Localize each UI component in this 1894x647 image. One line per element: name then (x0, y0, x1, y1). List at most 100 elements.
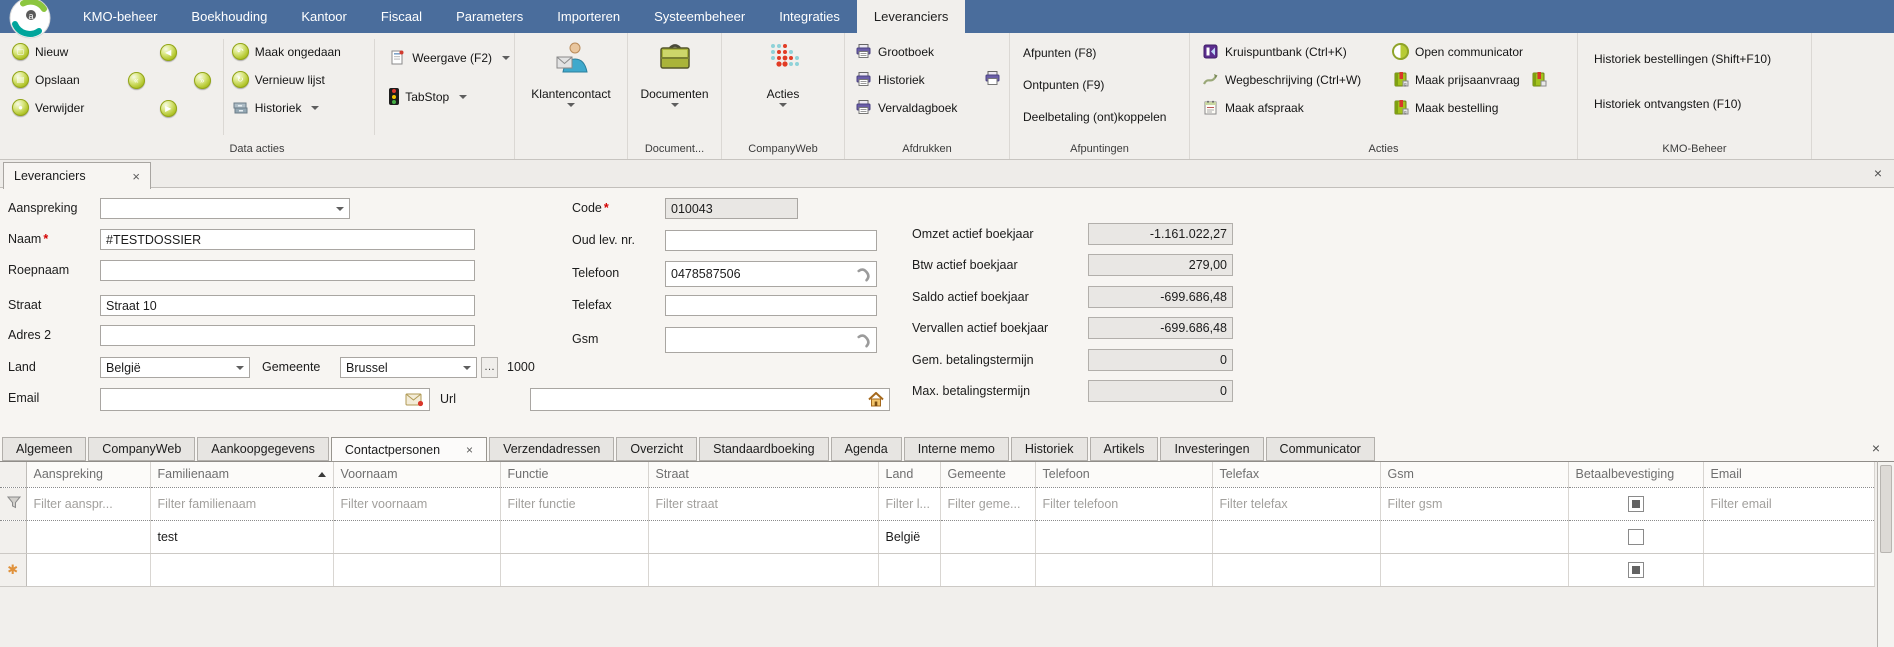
filter-telefax[interactable]: Filter telefax (1212, 487, 1380, 520)
checkbox-unchecked[interactable] (1628, 529, 1644, 545)
naam-field[interactable]: #TESTDOSSIER (100, 229, 475, 250)
land-combobox[interactable]: België (100, 357, 250, 378)
kruispuntbank-button[interactable]: Kruispuntbank (Ctrl+K) (1198, 41, 1386, 62)
filter-betaalbevestiging[interactable] (1568, 487, 1703, 520)
cell-telefoon[interactable] (1035, 520, 1212, 553)
tab-agenda[interactable]: Agenda (831, 437, 902, 461)
menu-item-leveranciers-active[interactable]: Leveranciers (857, 0, 965, 33)
verwijder-button[interactable]: ● Verwijder (8, 97, 118, 118)
cell-gsm[interactable] (1380, 520, 1568, 553)
afpunten-button[interactable]: Afpunten (F8) (1019, 43, 1189, 63)
tab-contactpersonen[interactable]: Contactpersonen × (331, 437, 487, 462)
tab-standaardboeking[interactable]: Standaardboeking (699, 437, 828, 461)
cell-telefax[interactable] (1212, 553, 1380, 586)
col-header-gemeente[interactable]: Gemeente (940, 462, 1035, 487)
gemeente-lookup-button[interactable]: … (481, 357, 498, 378)
historiek-print-extra-button[interactable] (984, 70, 1001, 92)
vervaldagboek-print-button[interactable]: Vervaldagboek (851, 97, 1009, 118)
col-header-telefoon[interactable]: Telefoon (1035, 462, 1212, 487)
nav-previous-icon[interactable]: ◀ (160, 44, 177, 61)
tabstop-dropdown-button[interactable]: TabStop (385, 86, 514, 107)
nav-first-icon[interactable]: « (128, 72, 145, 89)
filter-functie[interactable]: Filter functie (500, 487, 648, 520)
col-header-betaalbevestiging[interactable]: Betaalbevestiging (1568, 462, 1703, 487)
col-header-gsm[interactable]: Gsm (1380, 462, 1568, 487)
scrollbar-thumb[interactable] (1880, 465, 1892, 553)
cell-land[interactable] (878, 553, 940, 586)
filter-land[interactable]: Filter l... (878, 487, 940, 520)
checkbox-indeterminate[interactable] (1628, 496, 1644, 512)
roepnaam-field[interactable] (100, 260, 475, 281)
checkbox-indeterminate[interactable] (1628, 562, 1644, 578)
tab-overzicht[interactable]: Overzicht (616, 437, 697, 461)
telefoon-field[interactable]: 0478587506 (665, 261, 877, 287)
gsm-field[interactable] (665, 327, 877, 353)
filter-aanspreking[interactable]: Filter aanspr... (26, 487, 150, 520)
col-header-aanspreking[interactable]: Aanspreking (26, 462, 150, 487)
col-header-functie[interactable]: Functie (500, 462, 648, 487)
deelbetaling-button[interactable]: Deelbetaling (ont)koppelen (1019, 107, 1189, 127)
nav-next-icon[interactable]: ▶ (160, 100, 177, 117)
vernieuw-lijst-button[interactable]: ↻ Vernieuw lijst (228, 69, 370, 90)
cell-email[interactable] (1703, 553, 1875, 586)
col-header-straat[interactable]: Straat (648, 462, 878, 487)
cell-aanspreking[interactable] (26, 520, 150, 553)
adres2-field[interactable] (100, 325, 475, 346)
cell-land[interactable]: België (878, 520, 940, 553)
table-row[interactable]: test België (0, 520, 1875, 553)
tab-verzendadressen[interactable]: Verzendadressen (489, 437, 614, 461)
historiek-ontvangsten-button[interactable]: Historiek ontvangsten (F10) (1590, 94, 1811, 114)
opslaan-button[interactable]: ▤ Opslaan (8, 69, 118, 90)
cell-straat[interactable] (648, 520, 878, 553)
tab-investeringen[interactable]: Investeringen (1160, 437, 1263, 461)
cell-gemeente[interactable] (940, 520, 1035, 553)
cell-telefoon[interactable] (1035, 553, 1212, 586)
document-close-icon[interactable]: × (1874, 165, 1882, 181)
menu-item-kmo-beheer[interactable]: KMO-beheer (66, 0, 174, 33)
maak-afspraak-button[interactable]: Maak afspraak (1198, 97, 1386, 118)
col-header-email[interactable]: Email (1703, 462, 1875, 487)
filter-gemeente[interactable]: Filter geme... (940, 487, 1035, 520)
filter-funnel-icon[interactable] (0, 487, 26, 520)
url-field[interactable] (530, 388, 890, 411)
maak-ongedaan-button[interactable]: ↶ Maak ongedaan (228, 41, 370, 62)
nav-last-icon[interactable]: » (194, 72, 211, 89)
historiek-bestellingen-button[interactable]: Historiek bestellingen (Shift+F10) (1590, 49, 1811, 69)
tab-companyweb[interactable]: CompanyWeb (88, 437, 195, 461)
menu-item-integraties[interactable]: Integraties (762, 0, 857, 33)
filter-gsm[interactable]: Filter gsm (1380, 487, 1568, 520)
wegbeschrijving-button[interactable]: Wegbeschrijving (Ctrl+W) (1198, 69, 1386, 90)
nieuw-button[interactable]: ▢ Nieuw (8, 41, 118, 62)
cell-functie[interactable] (500, 520, 648, 553)
ontpunten-button[interactable]: Ontpunten (F9) (1019, 75, 1189, 95)
cell-functie[interactable] (500, 553, 648, 586)
cell-aanspreking[interactable] (26, 553, 150, 586)
acties-companyweb-button[interactable]: Acties (722, 33, 844, 141)
cell-voornaam[interactable] (333, 553, 500, 586)
menu-item-parameters[interactable]: Parameters (439, 0, 540, 33)
menu-item-systeembeheer[interactable]: Systeembeheer (637, 0, 762, 33)
historiek-dropdown-button[interactable]: Historiek (228, 97, 370, 118)
cell-straat[interactable] (648, 553, 878, 586)
tab-communicator[interactable]: Communicator (1266, 437, 1375, 461)
open-communicator-button[interactable]: Open communicator (1388, 41, 1551, 62)
col-header-telefax[interactable]: Telefax (1212, 462, 1380, 487)
filter-familienaam[interactable]: Filter familienaam (150, 487, 333, 520)
vertical-scrollbar[interactable] (1877, 461, 1894, 647)
document-tab-close-icon[interactable]: × (132, 169, 140, 184)
cell-familienaam[interactable] (150, 553, 333, 586)
tab-aankoopgegevens[interactable]: Aankoopgegevens (197, 437, 329, 461)
cell-voornaam[interactable] (333, 520, 500, 553)
weergave-dropdown-button[interactable]: Weergave (F2) (385, 47, 514, 68)
grootboek-print-button[interactable]: Grootboek (851, 41, 1009, 62)
envelope-icon[interactable] (405, 393, 424, 407)
order-book-icon[interactable] (1530, 71, 1547, 88)
cell-gemeente[interactable] (940, 553, 1035, 586)
tab-interne-memo[interactable]: Interne memo (904, 437, 1009, 461)
filter-telefoon[interactable]: Filter telefoon (1035, 487, 1212, 520)
tab-historiek[interactable]: Historiek (1011, 437, 1088, 461)
tab-artikels[interactable]: Artikels (1090, 437, 1159, 461)
filter-straat[interactable]: Filter straat (648, 487, 878, 520)
menu-item-importeren[interactable]: Importeren (540, 0, 637, 33)
cell-telefax[interactable] (1212, 520, 1380, 553)
